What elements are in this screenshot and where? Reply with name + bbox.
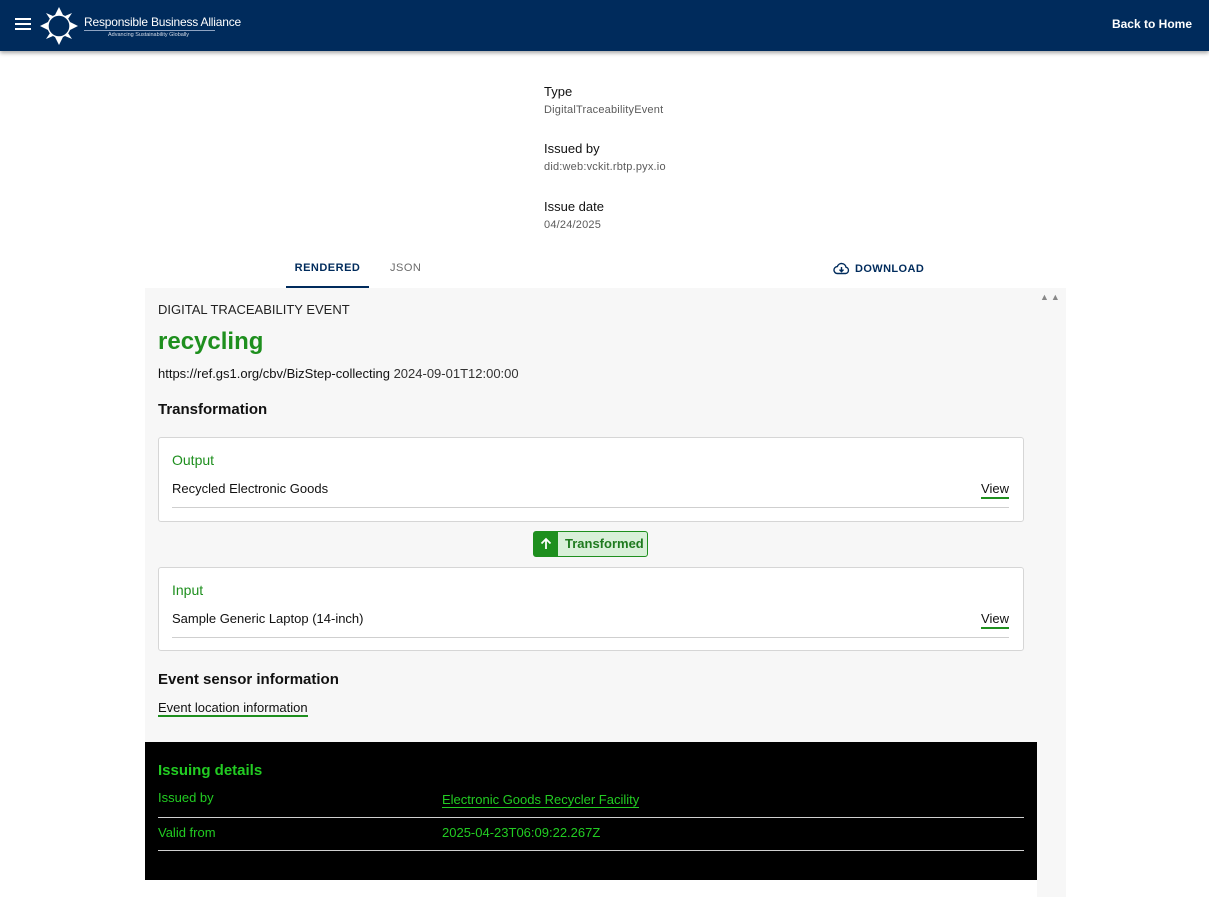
meta-issue-date: Issue date 04/24/2025 xyxy=(544,199,604,231)
event-step-line: https://ref.gs1.org/cbv/BizStep-collecti… xyxy=(158,366,519,381)
hamburger-menu-icon[interactable] xyxy=(14,16,32,34)
rba-logo-mark-icon xyxy=(40,7,78,45)
issuer-link[interactable]: Electronic Goods Recycler Facility xyxy=(442,792,640,808)
download-button[interactable]: DOWNLOAD xyxy=(833,262,924,275)
issuing-title: Issuing details xyxy=(158,762,263,779)
output-title: Output xyxy=(172,452,215,468)
event-time: 2024-09-01T12:00:00 xyxy=(393,366,519,381)
issuing-valid-from-value: 2025-04-23T06:09:22.267Z xyxy=(442,825,601,840)
event-location-link[interactable]: Event location information xyxy=(158,701,308,717)
input-item: Sample Generic Laptop (14-inch) xyxy=(172,611,364,626)
download-label: DOWNLOAD xyxy=(855,263,925,275)
input-view-link[interactable]: View xyxy=(981,611,1009,629)
transformed-label: Transformed xyxy=(565,536,644,551)
meta-issued-by: Issued by did:web:vckit.rbtp.pyx.io xyxy=(544,141,666,173)
org-name: Responsible Business Alliance xyxy=(84,15,241,29)
event-biz-step: https://ref.gs1.org/cbv/BizStep-collecti… xyxy=(158,366,390,381)
issuing-issued-by-label: Issued by xyxy=(158,790,214,805)
meta-type: Type DigitalTraceabilityEvent xyxy=(544,84,663,116)
tab-json[interactable]: JSON xyxy=(390,262,421,274)
scroll-up-icon[interactable]: ▲▲ xyxy=(1040,292,1062,302)
cloud-download-icon xyxy=(833,262,850,275)
meta-issue-date-value: 04/24/2025 xyxy=(544,219,602,231)
meta-type-value: DigitalTraceabilityEvent xyxy=(544,104,664,116)
meta-issue-date-label: Issue date xyxy=(544,199,604,214)
rendered-credential-panel: DIGITAL TRACEABILITY EVENT recycling htt… xyxy=(145,288,1037,742)
scroll-rail[interactable] xyxy=(1037,288,1066,897)
issuing-issued-by-value: Electronic Goods Recycler Facility xyxy=(442,792,640,808)
meta-issued-by-label: Issued by xyxy=(544,141,600,156)
meta-issued-by-value: did:web:vckit.rbtp.pyx.io xyxy=(544,161,666,173)
top-app-bar: Responsible Business Alliance Advancing … xyxy=(0,0,1209,51)
arrow-up-icon xyxy=(534,532,558,556)
issuing-details-panel: Issuing details Issued by Electronic Goo… xyxy=(145,742,1037,880)
issuing-divider-2 xyxy=(158,850,1024,851)
issuing-divider-1 xyxy=(158,817,1024,818)
input-title: Input xyxy=(172,582,204,598)
output-divider xyxy=(172,507,1009,508)
transformed-badge: Transformed xyxy=(533,531,648,557)
back-to-home-link[interactable]: Back to Home xyxy=(1112,17,1192,31)
input-divider xyxy=(172,637,1009,638)
input-card: Input Sample Generic Laptop (14-inch) Vi… xyxy=(158,567,1024,651)
tab-rendered[interactable]: RENDERED xyxy=(286,262,369,288)
rba-logo[interactable]: Responsible Business Alliance Advancing … xyxy=(40,6,241,46)
event-title: recycling xyxy=(158,328,264,355)
sensor-heading: Event sensor information xyxy=(158,671,339,688)
event-kind: DIGITAL TRACEABILITY EVENT xyxy=(158,302,350,317)
output-card: Output Recycled Electronic Goods View xyxy=(158,437,1024,522)
transformation-heading: Transformation xyxy=(158,401,268,418)
output-view-link[interactable]: View xyxy=(981,481,1009,499)
issuing-valid-from-label: Valid from xyxy=(158,825,216,840)
output-item: Recycled Electronic Goods xyxy=(172,481,329,496)
meta-type-label: Type xyxy=(544,84,573,99)
org-tagline: Advancing Sustainability Globally xyxy=(108,32,190,38)
logo-divider xyxy=(84,30,215,31)
